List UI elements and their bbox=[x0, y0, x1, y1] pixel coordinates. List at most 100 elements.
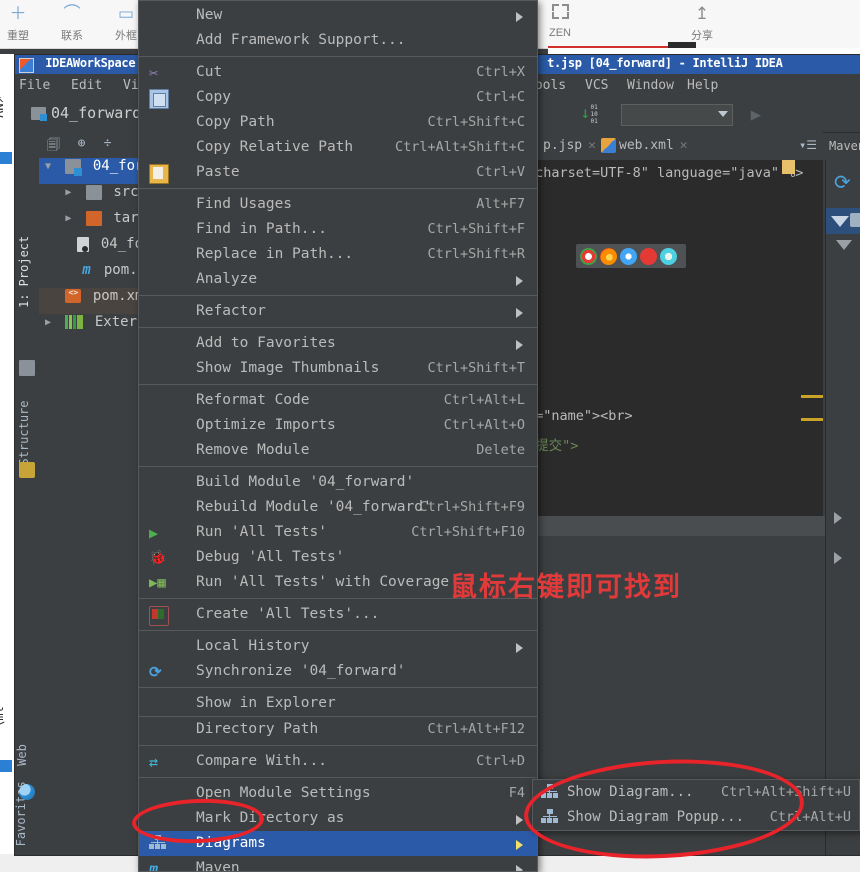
chevron-right-icon[interactable]: ▶ bbox=[39, 317, 57, 328]
tree-node-module[interactable]: ▼ 04_forward bbox=[39, 158, 177, 184]
menu-item-add-framework-support[interactable]: Add Framework Support... bbox=[139, 28, 537, 53]
menu-item-replace-in-path-accel: Ctrl+Shift+R bbox=[427, 246, 525, 262]
menu-item-refactor[interactable]: Refactor bbox=[139, 299, 537, 324]
expand-right-icon-2[interactable] bbox=[834, 552, 842, 564]
menu-item-remove-module-label: Remove Module bbox=[196, 442, 310, 458]
breadcrumb[interactable]: 04_forward bbox=[31, 104, 141, 122]
menu-item-build-module[interactable]: Build Module '04_forward' bbox=[139, 470, 537, 495]
chevron-right-icon[interactable]: ▶ bbox=[59, 213, 77, 224]
run-button[interactable]: ▶ bbox=[751, 105, 761, 125]
menu-item-show-image-thumbnails-accel: Ctrl+Shift+T bbox=[427, 360, 525, 376]
menu-help[interactable]: Help bbox=[687, 78, 718, 93]
menu-item-replace-in-path[interactable]: Replace in Path... Ctrl+Shift+R bbox=[139, 242, 537, 267]
menu-item-maven[interactable]: m Maven bbox=[139, 856, 537, 871]
menu-item-find-usages-label: Find Usages bbox=[196, 196, 293, 212]
window-title-left: IDEAWorkSpace bbox=[45, 56, 136, 70]
menu-item-show-image-thumbnails[interactable]: Show Image Thumbnails Ctrl+Shift+T bbox=[139, 356, 537, 381]
menu-item-cut[interactable]: ✂ Cut Ctrl+X bbox=[139, 60, 537, 85]
menu-item-copy-path[interactable]: Copy Path Ctrl+Shift+C bbox=[139, 110, 537, 135]
triangle-down-icon-2[interactable] bbox=[836, 240, 852, 250]
sidebar-item-favorites[interactable]: 2: Favorites bbox=[15, 781, 36, 855]
chevron-right-icon bbox=[516, 865, 523, 871]
menu-item-rebuild-module[interactable]: Rebuild Module '04_forward' Ctrl+Shift+F… bbox=[139, 495, 537, 520]
chrome-icon[interactable] bbox=[580, 248, 597, 265]
host-tool-zen[interactable]: ZEN bbox=[532, 2, 588, 46]
code-line-0: ;charset=UTF-8" language="java" %> bbox=[527, 165, 803, 181]
menu-item-copy-relative-path[interactable]: Copy Relative Path Ctrl+Alt+Shift+C bbox=[139, 135, 537, 160]
menu-item-directory-path[interactable]: Directory Path Ctrl+Alt+F12 bbox=[139, 717, 537, 742]
menu-item-find-usages[interactable]: Find Usages Alt+F7 bbox=[139, 192, 537, 217]
tree-node-target[interactable]: ▶ target bbox=[39, 210, 163, 236]
menu-item-optimize-imports-label: Optimize Imports bbox=[196, 417, 336, 433]
maven-collapse-chip[interactable] bbox=[826, 208, 860, 234]
menu-item-reformat-code[interactable]: Reformat Code Ctrl+Alt+L bbox=[139, 388, 537, 413]
menu-item-optimize-imports[interactable]: Optimize Imports Ctrl+Alt+O bbox=[139, 413, 537, 438]
sidebar-item-structure[interactable]: Structure bbox=[17, 398, 39, 468]
menu-item-new[interactable]: New bbox=[139, 3, 537, 28]
tree-node-pom-m[interactable]: m pom.xml bbox=[39, 262, 163, 288]
menu-separator-12 bbox=[139, 777, 537, 778]
menu-item-analyze[interactable]: Analyze bbox=[139, 267, 537, 292]
tree-node-iml[interactable]: 04_forward.iml bbox=[39, 236, 219, 262]
run-configuration-select[interactable] bbox=[621, 104, 734, 126]
menu-item-copy-relative-path-label: Copy Relative Path bbox=[196, 139, 354, 155]
menu-item-remove-module[interactable]: Remove Module Delete bbox=[139, 438, 537, 463]
firefox-icon[interactable] bbox=[600, 248, 617, 265]
sidebar-item-web[interactable]: Web bbox=[15, 720, 37, 790]
menu-item-run-all-tests[interactable]: ▶ Run 'All Tests' Ctrl+Shift+F10 bbox=[139, 520, 537, 545]
maven-tool-tab[interactable]: Maven bbox=[825, 132, 860, 161]
safari-icon[interactable] bbox=[620, 248, 637, 265]
editor-area[interactable]: ;charset=UTF-8" language="java" %> e="na… bbox=[523, 160, 823, 516]
menu-item-synchronize[interactable]: ⟳ Synchronize '04_forward' bbox=[139, 659, 537, 684]
close-icon[interactable]: ✕ bbox=[680, 138, 688, 153]
breadcrumb-label: 04_forward bbox=[51, 104, 142, 122]
expand-right-icon-1[interactable] bbox=[834, 512, 842, 524]
menu-edit[interactable]: Edit bbox=[71, 78, 102, 93]
menu-separator-4 bbox=[139, 327, 537, 328]
menu-item-create-all-tests[interactable]: Create 'All Tests'... bbox=[139, 602, 537, 627]
chevron-down-icon[interactable]: ▼ bbox=[39, 161, 57, 172]
menu-vcs[interactable]: VCS bbox=[585, 78, 608, 93]
menu-item-copy-accel: Ctrl+C bbox=[476, 89, 525, 105]
menu-item-local-history[interactable]: Local History bbox=[139, 634, 537, 659]
menu-item-show-image-thumbnails-label: Show Image Thumbnails bbox=[196, 360, 380, 376]
tab-list-menu-icon[interactable]: ▾☰ bbox=[799, 138, 817, 152]
project-folder-icon bbox=[19, 360, 35, 376]
sidebar-item-project[interactable]: 1: Project bbox=[17, 236, 39, 308]
import-binary-icon[interactable]: ↓ 01 10 01 bbox=[579, 104, 605, 126]
menu-item-paste[interactable]: Paste Ctrl+V bbox=[139, 160, 537, 185]
outer-left-label-2: \ml bbox=[0, 706, 6, 728]
menu-item-compare-with[interactable]: ⇄ Compare With... Ctrl+D bbox=[139, 749, 537, 774]
editor-tab-webxml[interactable]: web.xml ✕ bbox=[597, 132, 692, 159]
outer-left-label-1: ΛΝ↗ bbox=[0, 96, 6, 118]
menu-item-copy[interactable]: Copy Ctrl+C bbox=[139, 85, 537, 110]
project-tool-window: 🗐 ⊕ ÷ ▼ 04_forward ▶ src ▶ m pom.xml <> … bbox=[39, 132, 247, 855]
menu-file[interactable]: File bbox=[19, 78, 50, 93]
editor-tab-jsp[interactable]: p.jsp ✕ bbox=[539, 132, 600, 159]
code-line-0-text: ;charset=UTF-8" language="java" %> bbox=[527, 165, 804, 181]
menu-item-run-all-tests-accel: Ctrl+Shift+F10 bbox=[411, 524, 525, 540]
tree-node-external-libraries[interactable]: ▶ External Libraries bbox=[39, 314, 247, 340]
expand-collapse-icon[interactable]: ⊕ bbox=[73, 136, 90, 152]
close-icon[interactable]: ✕ bbox=[588, 138, 596, 153]
copy-icon bbox=[149, 89, 169, 109]
tree-node-src[interactable]: ▶ src bbox=[39, 184, 153, 210]
menu-item-replace-in-path-label: Replace in Path... bbox=[196, 246, 354, 262]
host-tool-share-label: 分享 bbox=[691, 30, 713, 42]
menu-item-find-in-path[interactable]: Find in Path... Ctrl+Shift+F bbox=[139, 217, 537, 242]
collapse-all-icon[interactable]: ÷ bbox=[99, 136, 116, 152]
chevron-right-icon[interactable]: ▶ bbox=[59, 187, 77, 198]
menu-item-add-to-favorites[interactable]: Add to Favorites bbox=[139, 331, 537, 356]
host-tool-share[interactable]: ↥ 分享 bbox=[674, 2, 730, 46]
opera-icon[interactable] bbox=[640, 248, 657, 265]
host-tool-0[interactable]: ＋ 重塑 bbox=[0, 2, 46, 46]
ie-icon[interactable] bbox=[660, 248, 677, 265]
chevron-right-icon bbox=[516, 340, 523, 350]
sync-icon[interactable]: ⟳ bbox=[834, 170, 851, 194]
tree-node-pom-xml[interactable]: pom.xml bbox=[39, 288, 153, 314]
select-opened-file-icon[interactable]: 🗐 bbox=[45, 136, 62, 153]
menu-item-show-in-explorer[interactable]: Show in Explorer bbox=[139, 691, 537, 716]
editor-tab-bar: p.jsp ✕ web.xml ✕ ▾☰ bbox=[523, 132, 823, 161]
host-tool-1[interactable]: ⌒ 联系 bbox=[44, 2, 100, 46]
menu-window[interactable]: Window bbox=[627, 78, 674, 93]
